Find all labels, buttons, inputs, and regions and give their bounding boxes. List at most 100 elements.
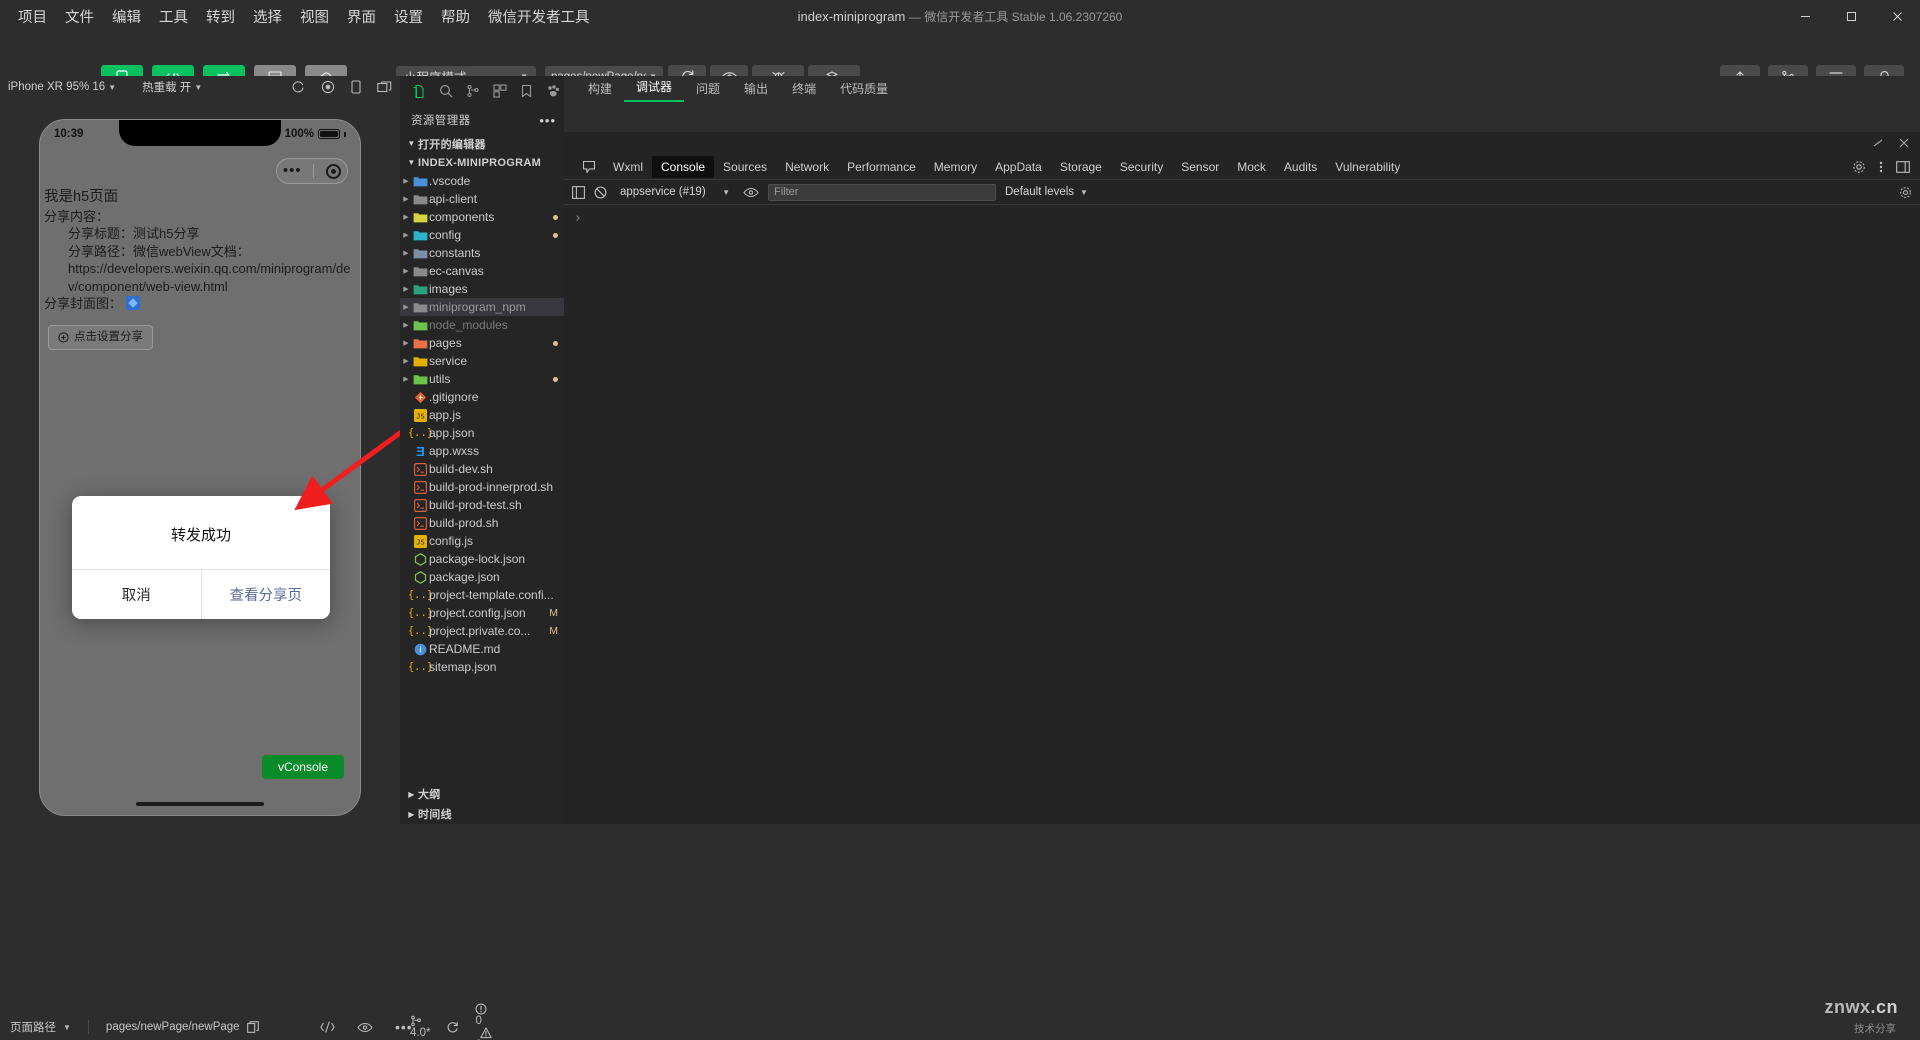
phone-icon[interactable] bbox=[351, 80, 361, 94]
tree-file[interactable]: {..} project-template.confi... bbox=[400, 586, 564, 604]
devtools-tab-0[interactable]: 构建 bbox=[576, 77, 624, 102]
panel-tab-memory[interactable]: Memory bbox=[925, 156, 986, 178]
source-control-icon[interactable] bbox=[466, 84, 480, 98]
more-icon[interactable]: ••• bbox=[539, 113, 556, 128]
sync-icon[interactable] bbox=[446, 1021, 459, 1034]
menu-item-8[interactable]: 设置 bbox=[386, 2, 431, 31]
device-select[interactable]: iPhone XR 95% 16 ▼ bbox=[8, 81, 116, 93]
panel-tab-appdata[interactable]: AppData bbox=[986, 156, 1051, 178]
tree-folder[interactable]: ▶ components bbox=[400, 208, 564, 226]
devtools-tab-2[interactable]: 问题 bbox=[684, 77, 732, 102]
tree-folder[interactable]: ▶ pages bbox=[400, 334, 564, 352]
section-outline[interactable]: ▶ 大纲 bbox=[400, 784, 564, 804]
vconsole-button[interactable]: vConsole bbox=[261, 755, 344, 779]
panel-tab-network[interactable]: Network bbox=[776, 156, 838, 178]
tree-folder[interactable]: ▶ node_modules bbox=[400, 316, 564, 334]
tree-file[interactable]: JS config.js bbox=[400, 532, 564, 550]
tree-file[interactable]: {..} sitemap.json bbox=[400, 658, 564, 676]
tree-folder[interactable]: ▶ constants bbox=[400, 244, 564, 262]
panel-tab-sensor[interactable]: Sensor bbox=[1172, 156, 1228, 178]
tree-folder[interactable]: ▶ miniprogram_npm bbox=[400, 298, 564, 316]
tree-folder[interactable]: ▶ api-client bbox=[400, 190, 564, 208]
tree-file[interactable]: build-prod.sh bbox=[400, 514, 564, 532]
modal-cancel-button[interactable]: 取消 bbox=[72, 570, 201, 619]
split-icon[interactable] bbox=[377, 80, 392, 94]
menu-item-1[interactable]: 文件 bbox=[57, 2, 102, 31]
tree-file[interactable]: .gitignore bbox=[400, 388, 564, 406]
close-button[interactable] bbox=[1874, 0, 1920, 32]
problems-status[interactable]: 0 0 bbox=[475, 1003, 493, 1040]
devtools-tab-3[interactable]: 输出 bbox=[732, 77, 780, 102]
menu-item-4[interactable]: 转到 bbox=[198, 2, 243, 31]
panel-tab-performance[interactable]: Performance bbox=[838, 156, 925, 178]
panel-tab-wxml[interactable]: Wxml bbox=[604, 156, 652, 178]
dock-icon[interactable] bbox=[1896, 160, 1910, 173]
devtools-tab-5[interactable]: 代码质量 bbox=[828, 77, 900, 102]
maximize-button[interactable] bbox=[1828, 0, 1874, 32]
hot-reload-select[interactable]: 热重载 开 ▼ bbox=[142, 79, 202, 95]
section-timeline[interactable]: ▶ 时间线 bbox=[400, 804, 564, 824]
panel-tab-mock[interactable]: Mock bbox=[1228, 156, 1275, 178]
menu-item-0[interactable]: 项目 bbox=[10, 2, 55, 31]
menu-item-10[interactable]: 微信开发者工具 bbox=[480, 2, 598, 31]
minimize-icon[interactable] bbox=[1872, 137, 1884, 149]
tree-file[interactable]: i README.md bbox=[400, 640, 564, 658]
menu-item-3[interactable]: 工具 bbox=[151, 2, 196, 31]
panel-tab-vulnerability[interactable]: Vulnerability bbox=[1326, 156, 1409, 178]
tree-folder[interactable]: ▶ service bbox=[400, 352, 564, 370]
tree-folder[interactable]: ▶ ec-canvas bbox=[400, 262, 564, 280]
devtools-tab-1[interactable]: 调试器 bbox=[624, 75, 685, 102]
eye-icon[interactable] bbox=[357, 1022, 373, 1033]
tree-file[interactable]: JS app.js bbox=[400, 406, 564, 424]
console-context-select[interactable]: appservice (#19) ▼ bbox=[616, 185, 734, 199]
minimize-button[interactable] bbox=[1782, 0, 1828, 32]
network-icon[interactable] bbox=[320, 1020, 335, 1034]
tree-file[interactable]: build-prod-innerprod.sh bbox=[400, 478, 564, 496]
tree-folder[interactable]: ▶ .vscode bbox=[400, 172, 564, 190]
gear-icon[interactable] bbox=[1899, 186, 1912, 199]
console-filter-input[interactable]: Filter bbox=[768, 183, 996, 201]
tree-file[interactable]: package.json bbox=[400, 568, 564, 586]
rotate-icon[interactable] bbox=[291, 80, 305, 94]
panel-tab-audits[interactable]: Audits bbox=[1275, 156, 1326, 178]
copy-icon[interactable] bbox=[246, 1021, 259, 1033]
console-output[interactable]: › bbox=[564, 205, 1920, 226]
files-icon[interactable] bbox=[411, 84, 426, 99]
console-levels-select[interactable]: Default levels ▼ bbox=[1005, 186, 1088, 198]
close-target-icon[interactable] bbox=[326, 163, 342, 179]
tree-file[interactable]: {..} project.private.co... M bbox=[400, 622, 564, 640]
tree-file[interactable]: package-lock.json bbox=[400, 550, 564, 568]
menu-item-7[interactable]: 界面 bbox=[339, 2, 384, 31]
modal-view-share-button[interactable]: 查看分享页 bbox=[200, 570, 331, 619]
gear-icon[interactable] bbox=[1852, 160, 1866, 174]
search-icon[interactable] bbox=[439, 84, 453, 98]
tree-file[interactable]: {..} project.config.json M bbox=[400, 604, 564, 622]
cloud-paw-icon[interactable] bbox=[546, 84, 561, 98]
menu-item-5[interactable]: 选择 bbox=[245, 2, 290, 31]
tree-file[interactable]: Ǝapp.wxss bbox=[400, 442, 564, 460]
section-open-editors[interactable]: ▼ 打开的编辑器 bbox=[400, 134, 564, 153]
tree-folder[interactable]: ▶ images bbox=[400, 280, 564, 298]
close-icon[interactable] bbox=[1898, 137, 1910, 149]
console-prompt[interactable]: › bbox=[574, 211, 1920, 226]
extensions-icon[interactable] bbox=[493, 84, 507, 98]
tree-file[interactable]: build-prod-test.sh bbox=[400, 496, 564, 514]
page-path-select[interactable]: 页面路径 ▼ bbox=[10, 1019, 71, 1035]
explorer-tree[interactable]: ▼ 打开的编辑器 ▼ INDEX-MINIPROGRAM ▶ .vscode ▶ ap… bbox=[400, 134, 564, 784]
kebab-icon[interactable] bbox=[1879, 160, 1883, 174]
panel-tab-sources[interactable]: Sources bbox=[714, 156, 776, 178]
set-share-button[interactable]: 点击设置分享 bbox=[48, 324, 153, 351]
panel-tab-security[interactable]: Security bbox=[1111, 156, 1172, 178]
tree-file[interactable]: build-dev.sh bbox=[400, 460, 564, 478]
console-sidebar-icon[interactable] bbox=[572, 185, 585, 199]
tree-file[interactable]: {..} app.json bbox=[400, 424, 564, 442]
section-project-root[interactable]: ▼ INDEX-MINIPROGRAM bbox=[400, 153, 564, 172]
menu-item-6[interactable]: 视图 bbox=[292, 2, 337, 31]
wechat-capsule[interactable]: ••• bbox=[276, 158, 348, 184]
panel-tab-storage[interactable]: Storage bbox=[1051, 156, 1111, 178]
menu-item-2[interactable]: 编辑 bbox=[104, 2, 149, 31]
tree-folder[interactable]: ▶ utils bbox=[400, 370, 564, 388]
clear-console-icon[interactable] bbox=[594, 186, 607, 199]
tree-folder[interactable]: ▶ config bbox=[400, 226, 564, 244]
bookmark-icon[interactable] bbox=[520, 84, 533, 98]
